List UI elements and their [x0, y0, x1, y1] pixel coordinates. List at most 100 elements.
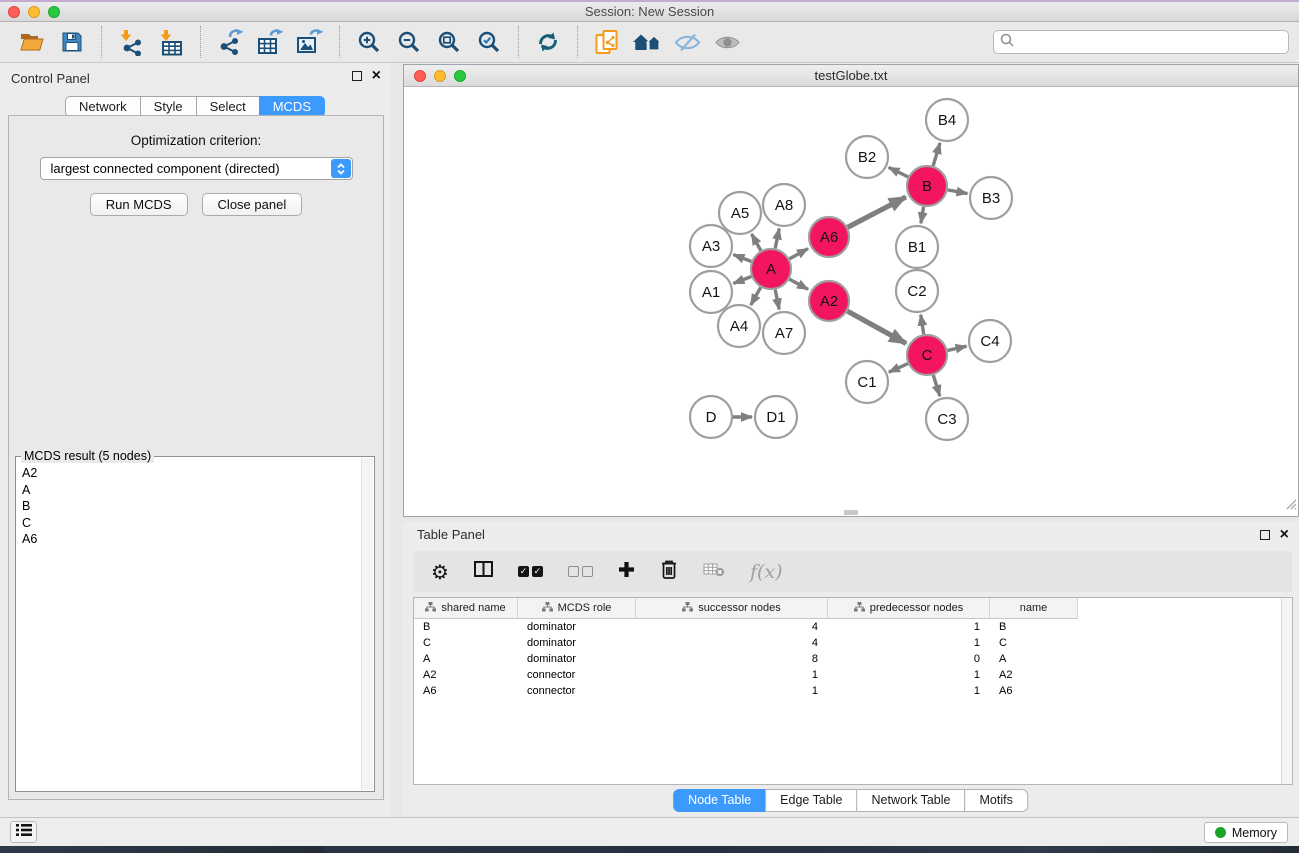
tab-edge-table[interactable]: Edge Table: [765, 789, 857, 812]
close-network-button[interactable]: [414, 70, 426, 82]
close-panel-button[interactable]: Close panel: [202, 193, 303, 216]
tab-motifs[interactable]: Motifs: [964, 789, 1027, 812]
show-columns-icon[interactable]: [474, 561, 493, 582]
add-column-icon[interactable]: [618, 561, 635, 583]
graph-edge[interactable]: [789, 249, 808, 259]
graph-edge[interactable]: [775, 229, 779, 249]
table-row[interactable]: Cdominator41C: [414, 635, 1292, 651]
graph-edge[interactable]: [752, 234, 761, 251]
graph-edge[interactable]: [948, 190, 968, 194]
close-panel-icon[interactable]: ×: [372, 70, 381, 82]
table-row[interactable]: Bdominator41B: [414, 619, 1292, 635]
network-window-titlebar[interactable]: testGlobe.txt: [404, 65, 1298, 87]
graph-edge[interactable]: [847, 311, 906, 343]
graph-node-C[interactable]: C: [907, 335, 947, 375]
graph-node-C1[interactable]: C1: [846, 361, 888, 403]
graph-node-A8[interactable]: A8: [763, 184, 805, 226]
zoom-network-button[interactable]: [454, 70, 466, 82]
graph-node-A1[interactable]: A1: [690, 271, 732, 313]
table-settings-gear-icon[interactable]: ⚙: [431, 562, 449, 582]
column-header[interactable]: successor nodes: [636, 598, 828, 619]
graph-edge[interactable]: [789, 279, 808, 289]
graph-node-A3[interactable]: A3: [690, 225, 732, 267]
graph-node-B[interactable]: B: [907, 166, 947, 206]
graph-node-C4[interactable]: C4: [969, 320, 1011, 362]
tab-select[interactable]: Select: [196, 96, 260, 117]
show-details-button[interactable]: [707, 26, 747, 58]
zoom-selected-button[interactable]: [469, 26, 509, 58]
zoom-in-button[interactable]: [349, 26, 389, 58]
table-row[interactable]: A6connector11A6: [414, 683, 1292, 699]
graph-node-A[interactable]: A: [751, 249, 791, 289]
graph-node-D1[interactable]: D1: [755, 396, 797, 438]
hide-details-button[interactable]: [667, 26, 707, 58]
graph-edge[interactable]: [775, 290, 779, 310]
graph-node-A4[interactable]: A4: [718, 305, 760, 347]
result-item[interactable]: B: [22, 498, 358, 515]
select-all-columns-icon[interactable]: ✓✓: [518, 566, 543, 577]
minimize-window-button[interactable]: [28, 6, 40, 18]
horizontal-scrollbar-thumb[interactable]: [844, 510, 858, 515]
graph-node-A7[interactable]: A7: [763, 312, 805, 354]
save-session-button[interactable]: [52, 26, 92, 58]
graph-edge[interactable]: [947, 346, 966, 350]
tab-style[interactable]: Style: [140, 96, 197, 117]
network-canvas[interactable]: B4 B2 B B3 A8A5 A6 A3 B1 A C2 A1 A2 A4A7 C4 C C1 C3 D D1: [404, 87, 1298, 516]
graph-node-C2[interactable]: C2: [896, 270, 938, 312]
graph-edge[interactable]: [733, 255, 751, 262]
result-item[interactable]: A: [22, 482, 358, 499]
delete-column-icon[interactable]: [660, 559, 678, 585]
export-image-button[interactable]: [290, 26, 330, 58]
resize-grip-icon[interactable]: [1284, 497, 1297, 515]
graph-edge[interactable]: [848, 197, 906, 227]
column-header[interactable]: MCDS role: [518, 598, 636, 619]
import-network-button[interactable]: [111, 26, 151, 58]
column-header[interactable]: predecessor nodes: [828, 598, 990, 619]
network-from-selection-button[interactable]: [587, 26, 627, 58]
tab-network-table[interactable]: Network Table: [857, 789, 966, 812]
import-table-button[interactable]: [151, 26, 191, 58]
criterion-select[interactable]: largest connected component (directed): [40, 157, 353, 180]
deselect-all-columns-icon[interactable]: [568, 566, 593, 577]
minimize-network-button[interactable]: [434, 70, 446, 82]
graph-node-A2[interactable]: A2: [809, 281, 849, 321]
column-header[interactable]: shared name: [414, 598, 518, 619]
graph-node-A5[interactable]: A5: [719, 192, 761, 234]
tab-mcds[interactable]: MCDS: [259, 96, 325, 117]
close-table-panel-icon[interactable]: ×: [1280, 529, 1289, 541]
graph-edge[interactable]: [733, 277, 751, 284]
result-item[interactable]: A6: [22, 531, 358, 548]
graph-edge[interactable]: [889, 364, 908, 373]
table-row[interactable]: A2connector11A2: [414, 667, 1292, 683]
close-window-button[interactable]: [8, 6, 20, 18]
table-row[interactable]: Adominator80A: [414, 651, 1292, 667]
graph-node-B3[interactable]: B3: [970, 177, 1012, 219]
run-mcds-button[interactable]: Run MCDS: [90, 193, 188, 216]
graph-node-D[interactable]: D: [690, 396, 732, 438]
graph-node-B2[interactable]: B2: [846, 136, 888, 178]
graph-edge[interactable]: [933, 143, 940, 166]
graph-node-A6[interactable]: A6: [809, 217, 849, 257]
zoom-fit-button[interactable]: [429, 26, 469, 58]
graph-edge[interactable]: [889, 167, 908, 176]
graph-edge[interactable]: [933, 375, 940, 396]
open-session-button[interactable]: [12, 26, 52, 58]
home-layout-button[interactable]: [627, 26, 667, 58]
column-header[interactable]: name: [990, 598, 1078, 619]
search-input[interactable]: [1018, 35, 1282, 50]
float-panel-icon[interactable]: [352, 71, 362, 81]
graph-edge[interactable]: [921, 207, 924, 224]
graph-node-C3[interactable]: C3: [926, 398, 968, 440]
tab-node-table[interactable]: Node Table: [673, 789, 766, 812]
memory-button[interactable]: Memory: [1204, 822, 1288, 843]
task-history-button[interactable]: [10, 821, 37, 843]
zoom-out-button[interactable]: [389, 26, 429, 58]
result-scrollbar[interactable]: [361, 458, 373, 790]
float-table-panel-icon[interactable]: [1260, 530, 1270, 540]
graph-node-B1[interactable]: B1: [896, 226, 938, 268]
graph-node-B4[interactable]: B4: [926, 99, 968, 141]
result-item[interactable]: C: [22, 515, 358, 532]
export-table-button[interactable]: [250, 26, 290, 58]
graph-edge[interactable]: [921, 315, 924, 335]
graph-edge[interactable]: [751, 287, 761, 305]
